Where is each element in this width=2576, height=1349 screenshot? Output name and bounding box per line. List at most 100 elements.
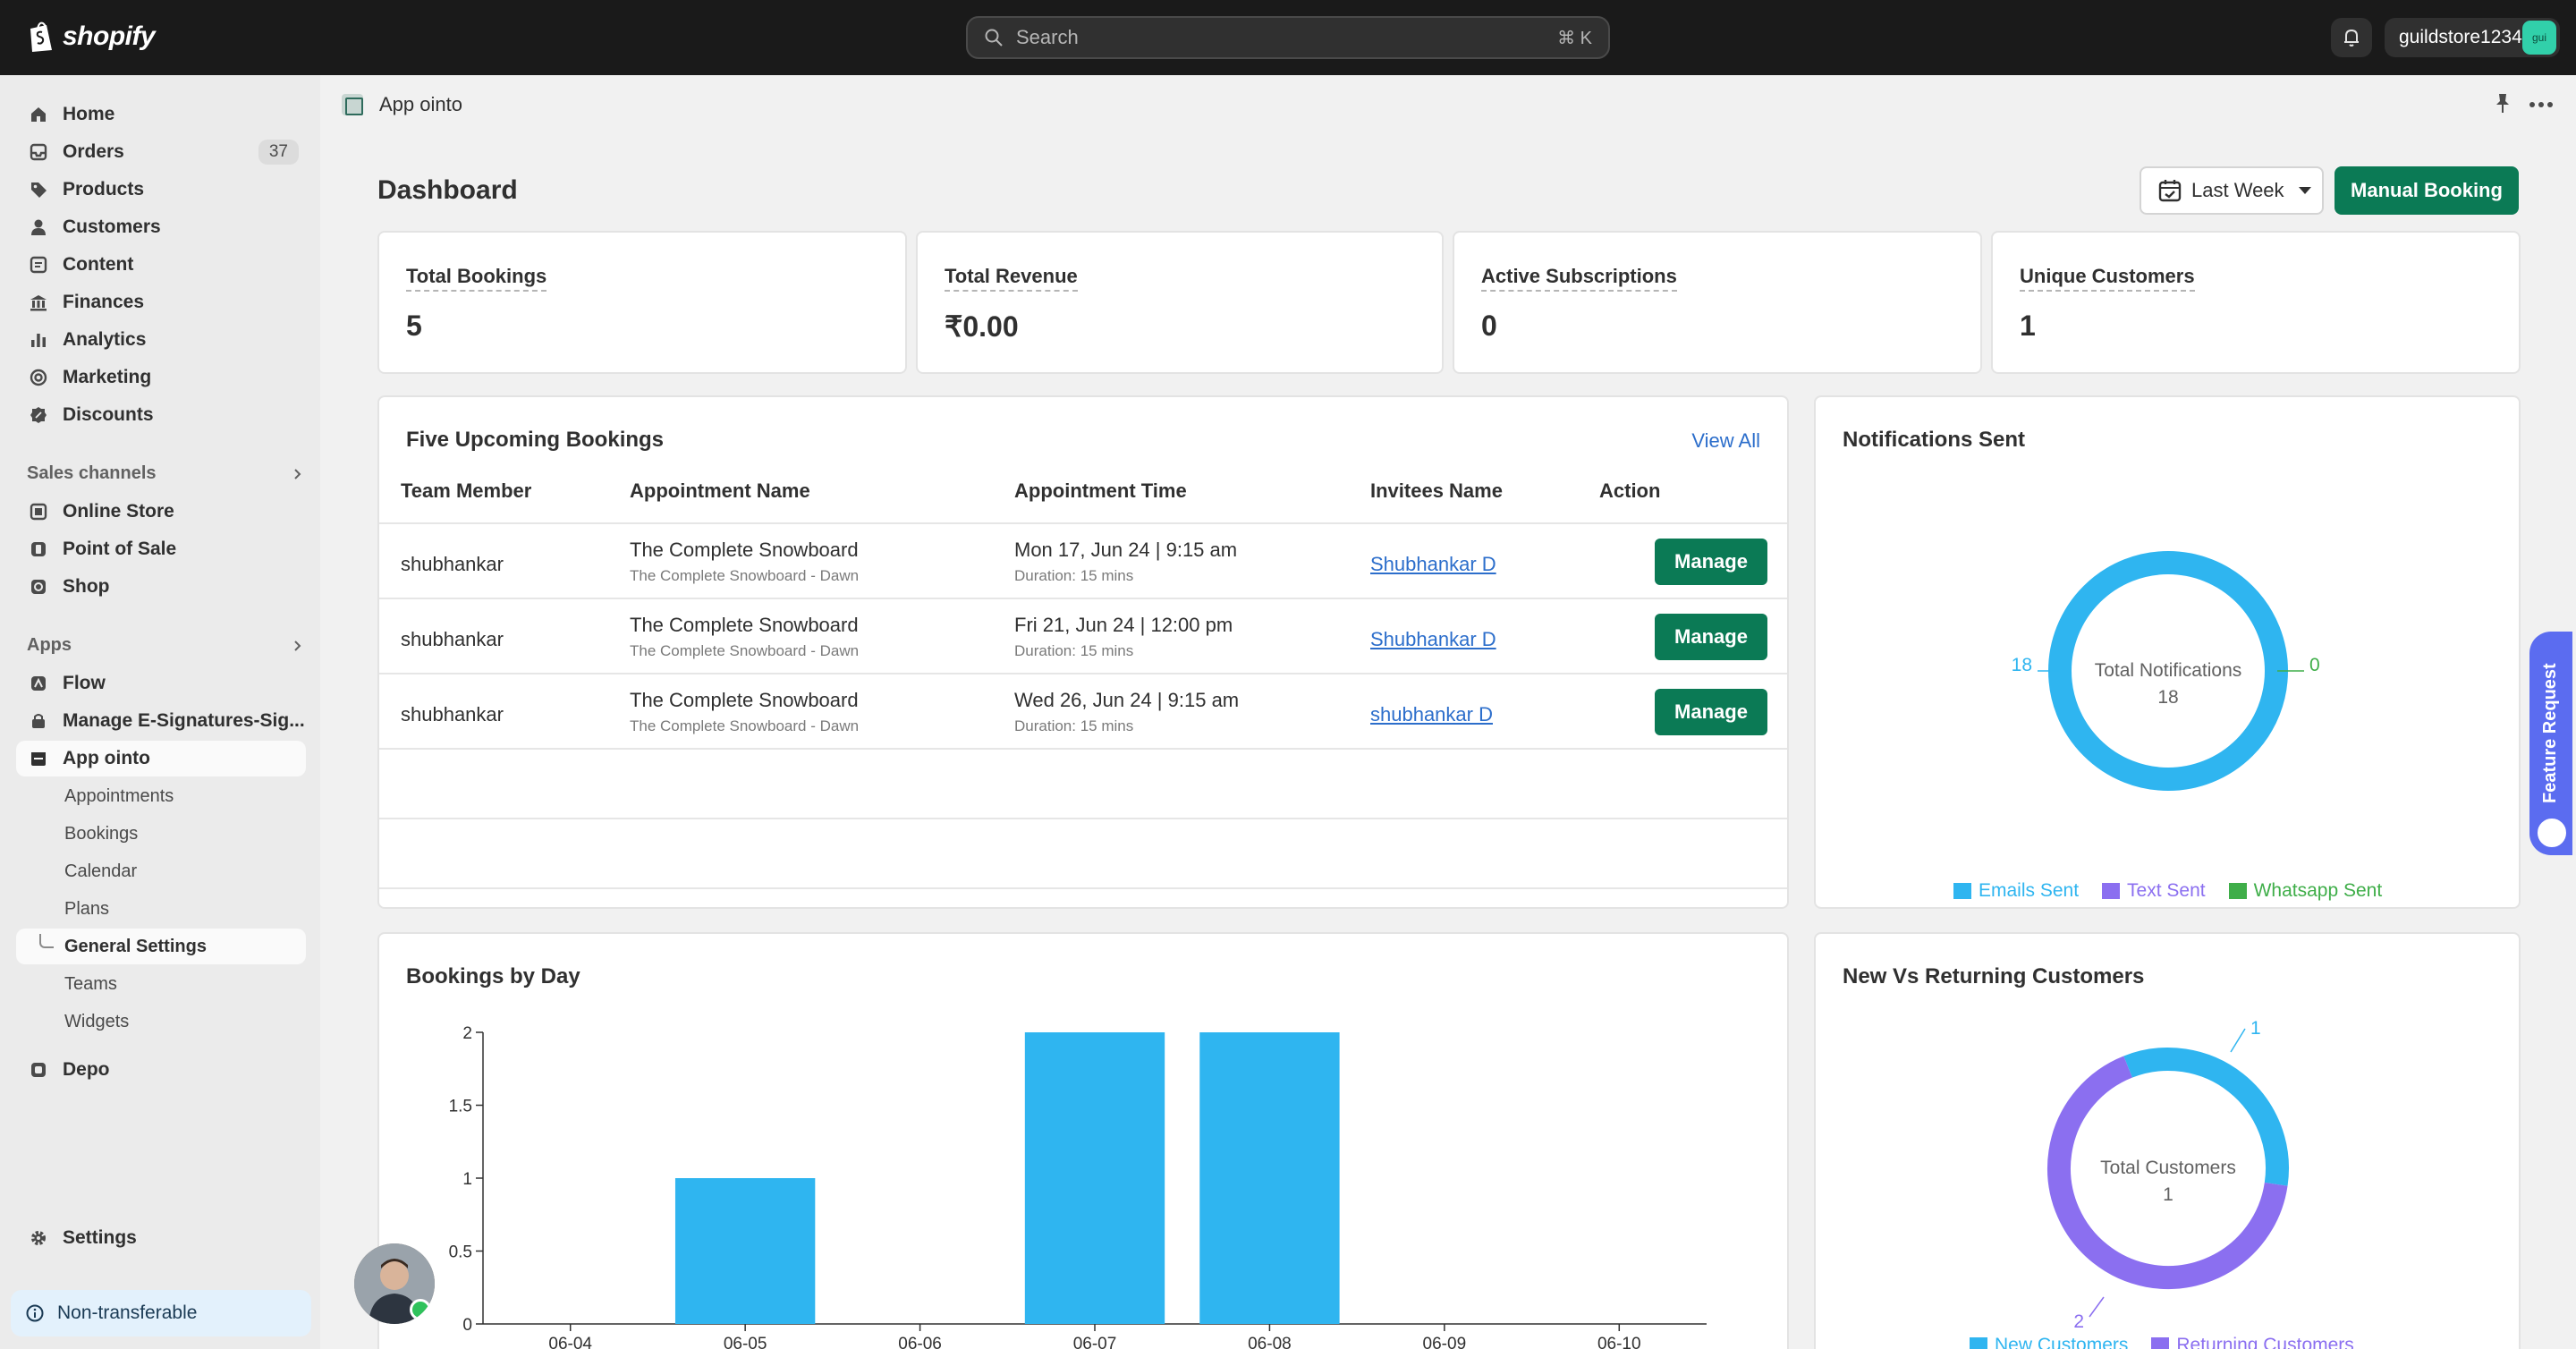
sidebar-item-depo[interactable]: Depo	[16, 1052, 306, 1088]
feature-request-tab[interactable]: Feature Request	[2529, 632, 2572, 855]
stat-label: Total Revenue	[945, 265, 1078, 292]
sidebar-subitem-appointments[interactable]: Appointments	[16, 778, 306, 814]
app-ointo-icon	[342, 94, 363, 115]
feature-request-label: Feature Request	[2540, 663, 2560, 803]
content-icon	[30, 256, 47, 274]
column-header: Action	[1599, 479, 1661, 502]
sales-channels-section[interactable]: Sales channels	[27, 463, 304, 484]
legend-item-emails[interactable]: Emails Sent	[1953, 880, 2079, 902]
sidebar-item-online-store[interactable]: Online Store	[16, 494, 306, 530]
app-title-bar: App ointo	[320, 75, 2576, 134]
bar-06-08[interactable]	[1199, 1032, 1340, 1324]
sidebar-subitem-calendar[interactable]: Calendar	[16, 853, 306, 889]
x-tick-label: 06-05	[724, 1335, 767, 1349]
empty-table-row	[379, 818, 1787, 887]
legend-swatch	[2151, 1337, 2170, 1349]
sidebar-item-esignatures[interactable]: Manage E-Signatures-Sig...	[16, 703, 306, 739]
sidebar-item-marketing[interactable]: Marketing	[16, 360, 306, 395]
sidebar-item-orders[interactable]: Orders 37	[16, 134, 306, 170]
sidebar-item-flow[interactable]: Flow	[16, 666, 306, 701]
more-options-icon[interactable]	[2528, 100, 2555, 109]
calendar-icon	[2158, 180, 2182, 202]
invitee-link[interactable]: shubhankar D	[1370, 703, 1493, 726]
notifications-button[interactable]	[2331, 18, 2372, 57]
appointment-name-cell: The Complete Snowboard	[630, 539, 859, 561]
sidebar-subitem-teams[interactable]: Teams	[16, 966, 306, 1002]
sidebar-subitem-bookings[interactable]: Bookings	[16, 816, 306, 852]
top-bar: shopify Search ⌘ K guildstore1234 gui	[0, 0, 2576, 75]
sidebar-subitem-general-settings[interactable]: General Settings	[16, 929, 306, 964]
legend-item-new[interactable]: New Customers	[1970, 1335, 2128, 1349]
sidebar-item-analytics[interactable]: Analytics	[16, 322, 306, 358]
pin-icon[interactable]	[2492, 91, 2513, 116]
legend-item-text[interactable]: Text Sent	[2102, 880, 2206, 902]
apps-section[interactable]: Apps	[27, 635, 304, 656]
y-tick-label: 1	[462, 1170, 472, 1189]
sidebar-item-content[interactable]: Content	[16, 247, 306, 283]
sidebar-item-label: Marketing	[63, 367, 152, 387]
stat-card-active-subscriptions: Active Subscriptions 0	[1453, 231, 1982, 374]
legend-label: Whatsapp Sent	[2253, 880, 2383, 901]
store-avatar: gui	[2522, 21, 2556, 55]
tag-icon	[31, 182, 47, 198]
callout-label-right: 0	[2309, 655, 2320, 675]
view-all-link[interactable]: View All	[1691, 429, 1760, 453]
sidebar-item-label: Depo	[63, 1059, 110, 1080]
sidebar-item-point-of-sale[interactable]: Point of Sale	[16, 531, 306, 567]
sidebar-item-home[interactable]: Home	[16, 97, 306, 132]
column-header: Team Member	[401, 479, 532, 502]
sidebar-subitem-widgets[interactable]: Widgets	[16, 1004, 306, 1039]
search-icon	[985, 29, 1003, 47]
manage-button[interactable]: Manage	[1655, 689, 1767, 735]
sidebar-item-settings[interactable]: Settings	[16, 1220, 306, 1256]
non-transferable-banner[interactable]: Non-transferable	[11, 1290, 311, 1336]
y-tick-label: 0.5	[449, 1243, 472, 1262]
sidebar-item-app-ointo[interactable]: App ointo	[16, 741, 306, 776]
appointment-variant-cell: The Complete Snowboard - Dawn	[630, 567, 860, 584]
legend-label: Emails Sent	[1979, 880, 2080, 901]
sidebar-item-discounts[interactable]: Discounts	[16, 397, 306, 433]
sidebar-item-customers[interactable]: Customers	[16, 209, 306, 245]
stat-label: Total Bookings	[406, 265, 547, 292]
sidebar-item-products[interactable]: Products	[16, 172, 306, 208]
manual-booking-button[interactable]: Manual Booking	[2334, 166, 2519, 215]
y-tick-label: 2	[462, 1024, 472, 1043]
y-tick-label: 0	[462, 1316, 472, 1335]
sidebar: Home Orders 37 Products Customers Conten…	[0, 75, 320, 1349]
column-header: Appointment Time	[1014, 479, 1187, 502]
legend-item-returning[interactable]: Returning Customers	[2151, 1335, 2354, 1349]
gear-icon	[31, 1231, 46, 1245]
online-status-dot	[410, 1299, 431, 1320]
sidebar-subitem-plans[interactable]: Plans	[16, 891, 306, 927]
section-label: Sales channels	[27, 463, 157, 483]
sidebar-item-label: Shop	[63, 576, 110, 597]
bar-06-07[interactable]	[1024, 1032, 1165, 1324]
duration-cell: Duration: 15 mins	[1014, 642, 1134, 659]
store-menu-button[interactable]: guildstore1234 gui	[2385, 18, 2560, 57]
table-row: shubhankar The Complete Snowboard The Co…	[379, 598, 1787, 673]
manage-button[interactable]: Manage	[1655, 539, 1767, 585]
x-tick-label: 06-08	[1248, 1335, 1292, 1349]
invitee-link[interactable]: Shubhankar D	[1370, 628, 1496, 651]
sidebar-item-finances[interactable]: Finances	[16, 284, 306, 320]
app-ointo-icon	[31, 752, 46, 766]
sidebar-item-label: App ointo	[63, 748, 150, 768]
date-range-select[interactable]: Last Week	[2140, 166, 2324, 215]
team-member-cell: shubhankar	[401, 553, 504, 575]
logo-text: shopify	[63, 21, 156, 51]
chevron-right-icon	[294, 640, 301, 651]
manage-button[interactable]: Manage	[1655, 614, 1767, 660]
sidebar-item-label: Online Store	[63, 501, 174, 522]
bar-06-05[interactable]	[674, 1178, 816, 1324]
stat-value: 0	[1481, 310, 1497, 342]
sidebar-item-label: Flow	[63, 673, 106, 693]
legend-item-whatsapp[interactable]: Whatsapp Sent	[2228, 880, 2383, 902]
shopify-logo[interactable]: shopify	[27, 20, 156, 54]
sidebar-item-label: Home	[63, 104, 115, 124]
new-vs-returning-card: New Vs Returning Customers Total Custome…	[1814, 932, 2521, 1349]
search-input[interactable]: Search ⌘ K	[966, 16, 1610, 59]
invitee-link[interactable]: Shubhankar D	[1370, 553, 1496, 576]
search-shortcut: ⌘ K	[1557, 28, 1592, 48]
support-chat-avatar[interactable]	[354, 1243, 435, 1324]
sidebar-item-shop[interactable]: Shop	[16, 569, 306, 605]
